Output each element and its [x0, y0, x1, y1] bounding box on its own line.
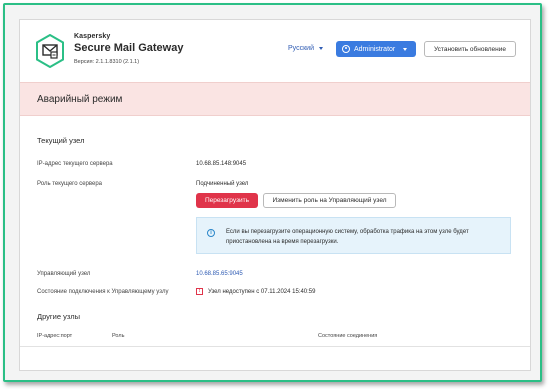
install-update-button[interactable]: Установить обновление [424, 41, 516, 57]
table-divider [20, 346, 530, 347]
emergency-title: Аварийный режим [37, 94, 123, 105]
product-name: Secure Mail Gateway [74, 42, 184, 54]
info-text: Если вы перезагрузите операционную систе… [226, 229, 469, 245]
kaspersky-mail-shield-icon [36, 34, 64, 68]
user-icon [342, 45, 350, 53]
ip-label: IP-адрес текущего сервера [37, 161, 113, 167]
emergency-banner: Аварийный режим [20, 82, 530, 116]
language-label: Русский [288, 45, 314, 52]
change-role-button[interactable]: Изменить роль на Управляющий узел [263, 193, 396, 208]
info-icon: i [207, 229, 215, 237]
company-name: Kaspersky [74, 33, 111, 40]
info-message: i Если вы перезагрузите операционную сис… [196, 217, 511, 254]
column-connection-state[interactable]: Состояние соединения [318, 333, 377, 339]
main-card: Kaspersky Secure Mail Gateway Версия: 2.… [19, 19, 531, 371]
warning-icon: ! [196, 288, 203, 295]
user-menu-button[interactable]: Administrator [336, 41, 416, 57]
ip-value: 10.68.85.148:9045 [196, 161, 247, 167]
version-label: Версия: 2.1.1.8310 (2.1.1) [74, 59, 140, 65]
user-name: Administrator [354, 45, 396, 53]
chevron-down-icon [318, 47, 323, 50]
control-node-label: Управляющий узел [37, 271, 91, 277]
restart-button[interactable]: Перезагрузить [196, 193, 258, 208]
brand-block: Kaspersky Secure Mail Gateway Версия: 2.… [74, 33, 183, 65]
role-value: Подчиненный узел [196, 181, 249, 187]
window-frame: Kaspersky Secure Mail Gateway Версия: 2.… [3, 3, 542, 382]
current-node-title: Текущий узел [37, 136, 85, 145]
other-nodes-title: Другие узлы [37, 312, 80, 321]
column-role[interactable]: Роль [112, 333, 124, 339]
control-node-link[interactable]: 10.68.85.65:9045 [196, 271, 243, 277]
language-selector[interactable]: Русский [288, 45, 323, 52]
connection-label: Состояние подключения к Управляющему узл… [37, 289, 169, 295]
connection-status: Узел недоступен с 07.11.2024 15:40:59 [208, 289, 316, 295]
role-label: Роль текущего сервера [37, 181, 103, 187]
column-ip-port[interactable]: IP-адрес:порт [37, 333, 72, 339]
chevron-down-icon [403, 47, 408, 51]
